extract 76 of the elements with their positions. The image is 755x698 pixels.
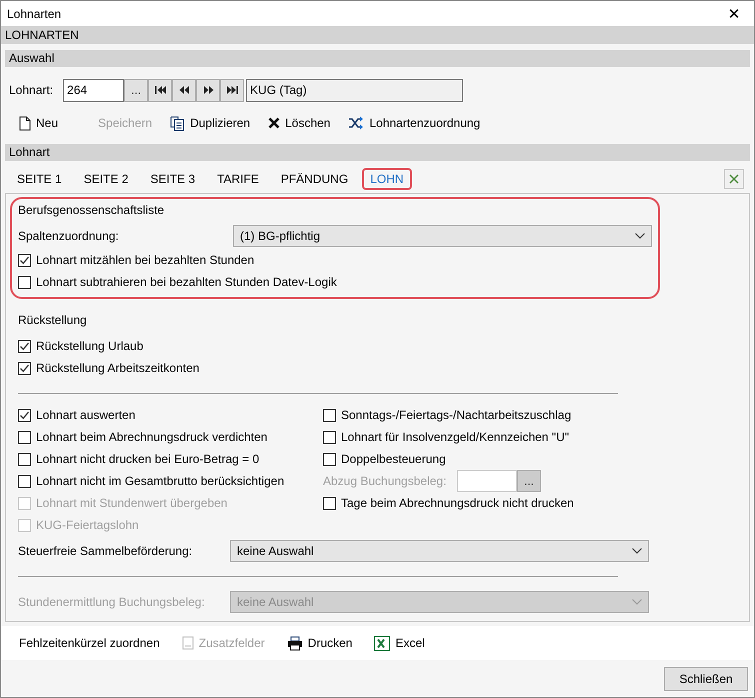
checkbox-label: Lohnart mitzählen bei bezahlten Stunden xyxy=(36,253,254,267)
previous-icon xyxy=(178,85,191,95)
section-header: Lohnart xyxy=(5,144,750,161)
field-label: Spaltenzuordnung: xyxy=(18,229,119,243)
checkbox-label: Tage beim Abrechnungsdruck nicht drucken xyxy=(341,496,574,510)
section-header: Auswahl xyxy=(5,50,750,67)
checkbox[interactable] xyxy=(18,340,31,352)
checkbox[interactable] xyxy=(18,474,31,488)
chevron-down-icon xyxy=(635,233,645,239)
tab[interactable]: SEITE 3 xyxy=(142,168,204,190)
section-header: LOHNARTEN xyxy=(1,26,754,44)
field-label: Steuerfreie Sammelbeförderung: xyxy=(18,544,194,558)
checkbox[interactable] xyxy=(18,362,31,374)
checkbox[interactable] xyxy=(323,496,336,510)
checkbox-label: Lohnart für Insolvenzgeld/Kennzeichen "U" xyxy=(341,430,569,444)
checkbox[interactable] xyxy=(323,430,336,444)
checkbox-label: KUG-Feiertagslohn xyxy=(36,518,139,532)
navigation-button[interactable] xyxy=(148,78,172,102)
field-icon xyxy=(182,636,194,650)
tab[interactable]: TARIFE xyxy=(209,168,267,190)
window-title: Lohnarten xyxy=(7,6,62,20)
description-field[interactable]: KUG (Tag) xyxy=(246,78,464,102)
dropdown[interactable]: (1) BG-pflichtig xyxy=(233,225,652,247)
field-label: Abzug Buchungsbeleg: xyxy=(323,474,448,488)
checkbox-label: Lohnart beim Abrechnungsdruck verdichten xyxy=(36,430,268,444)
toolbar-button[interactable]: Neu xyxy=(19,114,58,132)
browse-button[interactable]: ... xyxy=(124,78,148,102)
copy-icon xyxy=(170,116,186,130)
close-button[interactable]: Schließen xyxy=(664,666,748,690)
checkbox[interactable] xyxy=(18,254,31,266)
checkbox[interactable] xyxy=(18,276,31,288)
checkbox[interactable] xyxy=(18,408,31,422)
checkbox-label: Doppelbesteuerung xyxy=(341,452,446,466)
spreadsheet-icon xyxy=(374,636,390,650)
toolbar-button[interactable]: Fehlzeitenkürzel zuordnen xyxy=(19,634,160,652)
group-title: Berufsgenossenschaftsliste xyxy=(18,203,166,217)
tab[interactable]: SEITE 2 xyxy=(76,168,136,190)
toolbar-button[interactable]: Löschen xyxy=(268,114,330,132)
toolbar-button[interactable]: Excel xyxy=(374,634,425,652)
next-icon xyxy=(202,85,215,95)
checkbox-label: Lohnart nicht im Gesamtbrutto berücksichtigen xyxy=(36,474,284,488)
field-label: Stundenermittlung Buchungsbeleg: xyxy=(18,595,206,609)
group-title: Rückstellung xyxy=(18,313,88,327)
tab[interactable]: LOHN xyxy=(362,168,412,190)
checkbox-label: Lohnart auswerten xyxy=(36,408,136,422)
toolbar-button[interactable]: Lohnartenzuordnung xyxy=(348,114,480,132)
number-field[interactable]: 264 xyxy=(63,78,124,102)
checkbox[interactable] xyxy=(323,452,336,466)
close-icon xyxy=(268,117,280,129)
navigation-button[interactable] xyxy=(172,78,196,102)
checkbox-label: Sonntags-/Feiertags-/Nachtarbeitszuschlag xyxy=(341,408,572,422)
toolbar-button[interactable]: Duplizieren xyxy=(170,114,250,132)
toolbar-button[interactable]: Drucken xyxy=(286,634,352,652)
checkbox[interactable] xyxy=(323,408,336,422)
chevron-down-icon xyxy=(632,599,642,605)
tab[interactable]: SEITE 1 xyxy=(9,168,70,190)
field-label: Lohnart: xyxy=(9,83,54,97)
navigation-button[interactable] xyxy=(220,78,244,102)
close-icon[interactable] xyxy=(724,169,744,189)
printer-icon xyxy=(286,636,303,650)
checkbox[interactable] xyxy=(18,452,31,466)
checkbox-label: Lohnart subtrahieren bei bezahlten Stunden Datev-Logik xyxy=(36,275,337,289)
navigation-button[interactable] xyxy=(196,78,220,102)
close-button[interactable]: ✕ xyxy=(714,1,754,26)
tab[interactable]: PFÄNDUNG xyxy=(272,168,356,190)
checkbox[interactable] xyxy=(18,430,31,444)
shuffle-icon xyxy=(348,116,364,130)
dropdown[interactable]: keine Auswahl xyxy=(230,540,649,562)
checkbox-label: Lohnart mit Stundenwert übergeben xyxy=(36,496,228,510)
last-icon xyxy=(226,85,239,95)
chevron-down-icon xyxy=(632,548,642,554)
first-icon xyxy=(154,85,167,95)
checkbox-label: Rückstellung Urlaub xyxy=(36,339,144,353)
document-icon xyxy=(19,116,31,130)
checkbox-label: Rückstellung Arbeitszeitkonten xyxy=(36,361,200,375)
checkbox-label: Lohnart nicht drucken bei Euro-Betrag = 0 xyxy=(36,452,260,466)
